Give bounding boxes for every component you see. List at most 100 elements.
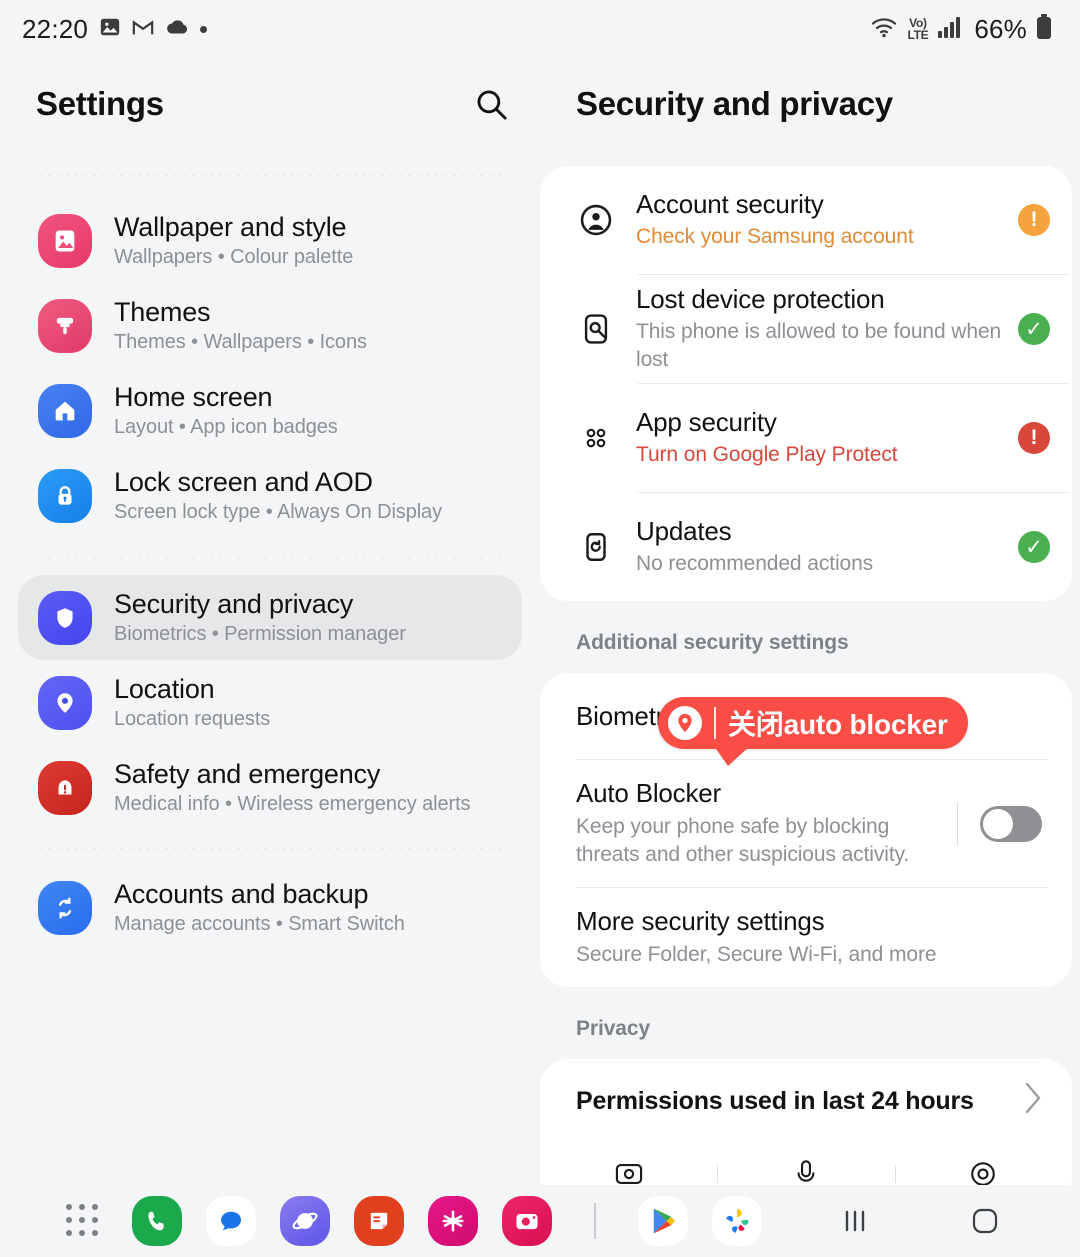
sidebar-item-subtitle: Themes • Wallpapers • Icons <box>114 331 367 353</box>
status-clock: 22:20 <box>22 13 89 44</box>
recents-button[interactable] <box>838 1206 872 1236</box>
card-row-app-security[interactable]: App security Turn on Google Play Protect… <box>540 384 1072 492</box>
permissions-header[interactable]: Permissions used in last 24 hours <box>540 1059 1072 1143</box>
auto-blocker-toggle[interactable] <box>980 805 1042 842</box>
sync-icon <box>38 880 92 935</box>
navigation-bar <box>838 1205 1080 1237</box>
notes-app-icon[interactable] <box>354 1196 404 1246</box>
sidebar-item-subtitle: Location requests <box>114 708 271 730</box>
card-row-subtitle: This phone is allowed to be found when l… <box>636 319 1002 371</box>
wifi-icon <box>870 16 898 43</box>
row-more-security-text: More security settings Secure Folder, Se… <box>576 888 1042 987</box>
card-row-subtitle: Turn on Google Play Protect <box>636 442 898 466</box>
callout-tail <box>714 746 750 766</box>
row-title: Auto Blocker <box>576 778 722 808</box>
sidebar-item-lock-screen-and-aod[interactable]: Lock screen and AOD Screen lock type • A… <box>18 453 522 538</box>
section-label-additional-security: Additional security settings <box>576 631 849 654</box>
sidebar-item-title: Home screen <box>114 382 273 412</box>
status-badge-danger: ! <box>1018 422 1050 454</box>
card-row-updates[interactable]: Updates No recommended actions ✓ <box>540 493 1072 601</box>
sidebar-item-home-screen[interactable]: Home screen Layout • App icon badges <box>18 368 522 453</box>
card-row-text: Updates No recommended actions <box>622 516 1018 578</box>
card-row-title: Account security <box>636 188 824 219</box>
row-title: More security settings <box>576 906 825 937</box>
card-row-title: App security <box>636 406 777 437</box>
sidebar-item-text: Lock screen and AOD Screen lock type • A… <box>114 467 442 524</box>
annotation-callout[interactable]: 关闭auto blocker <box>658 697 968 766</box>
shield-icon <box>38 590 92 645</box>
lock-icon <box>38 468 92 523</box>
sidebar-item-text: Security and privacy Biometrics • Permis… <box>114 589 406 646</box>
sidebar-item-title: Accounts and backup <box>114 879 369 909</box>
chevron-right-icon[interactable] <box>1022 1080 1044 1122</box>
sidebar-item-subtitle: Biometrics • Permission manager <box>114 623 406 645</box>
status-bar-left: 22:20 <box>22 13 208 45</box>
gmail-icon <box>132 18 154 41</box>
section-label-privacy: Privacy <box>576 1017 651 1041</box>
card-row-text: Lost device protection This phone is all… <box>622 284 1018 374</box>
sidebar-item-subtitle: Screen lock type • Always On Display <box>114 501 442 523</box>
account-circle-icon <box>570 202 622 238</box>
sidebar-item-text: Location Location requests <box>114 674 270 731</box>
taskbar-separator <box>594 1203 596 1239</box>
phone-screen: 22:20 Vo) LTE 66% Settings Wallpaper and… <box>0 0 1080 1257</box>
auto-blocker-toggle-wrap <box>943 801 1042 846</box>
sidebar-item-text: Themes Themes • Wallpapers • Icons <box>114 297 367 354</box>
gallery-app-icon[interactable] <box>428 1196 478 1246</box>
signal-icon <box>937 16 963 43</box>
card-row-subtitle: Check your Samsung account <box>636 224 914 248</box>
sidebar-item-safety-and-emergency[interactable]: Safety and emergency Medical info • Wire… <box>18 745 522 830</box>
search-icon[interactable] <box>472 85 510 123</box>
divider-dotted <box>36 558 504 559</box>
sidebar-item-wallpaper-and-style[interactable]: Wallpaper and style Wallpapers • Colour … <box>18 198 522 283</box>
sidebar-item-security-and-privacy[interactable]: Security and privacy Biometrics • Permis… <box>18 575 522 660</box>
sidebar-item-accounts-and-backup[interactable]: Accounts and backup Manage accounts • Sm… <box>18 865 522 950</box>
row-more-security-settings[interactable]: More security settings Secure Folder, Se… <box>540 888 1072 987</box>
brush-icon <box>38 298 92 353</box>
volte-icon: Vo) LTE <box>907 16 929 42</box>
permissions-title: Permissions used in last 24 hours <box>576 1086 974 1115</box>
sidebar-item-title: Location <box>114 674 215 704</box>
battery-icon <box>1036 14 1052 44</box>
divider-dotted <box>36 848 504 849</box>
sidebar-item-subtitle: Manage accounts • Smart Switch <box>114 913 405 935</box>
card-row-lost-device-protection[interactable]: Lost device protection This phone is all… <box>540 275 1072 383</box>
galaxy-store-app-icon[interactable] <box>712 1196 762 1246</box>
security-header: Security and privacy <box>540 58 1080 150</box>
callout-text: 关闭auto blocker <box>728 709 948 740</box>
sidebar-item-text: Safety and emergency Medical info • Wire… <box>114 759 471 816</box>
camera-app-icon[interactable] <box>502 1196 552 1246</box>
page-title: Settings <box>36 85 164 122</box>
image-icon <box>99 16 121 43</box>
toggle-separator <box>957 801 958 846</box>
cloud-icon <box>165 18 189 40</box>
apps-grid-icon[interactable] <box>66 1204 108 1238</box>
status-bar: 22:20 Vo) LTE 66% <box>0 0 1080 58</box>
permissions-card: Permissions used in last 24 hours <box>540 1059 1072 1206</box>
find-device-icon <box>570 312 622 346</box>
row-subtitle: Secure Folder, Secure Wi-Fi, and more <box>576 943 937 967</box>
play-store-app-icon[interactable] <box>638 1196 688 1246</box>
sidebar-item-themes[interactable]: Themes Themes • Wallpapers • Icons <box>18 283 522 368</box>
sidebar-item-text: Home screen Layout • App icon badges <box>114 382 338 439</box>
status-badge-ok: ✓ <box>1018 531 1050 563</box>
emergency-icon <box>38 760 92 815</box>
sidebar-item-text: Wallpaper and style Wallpapers • Colour … <box>114 212 353 269</box>
row-auto-blocker-text: Auto Blocker Keep your phone safe by blo… <box>576 760 943 887</box>
location-pin-icon <box>668 706 702 740</box>
internet-app-icon[interactable] <box>280 1196 330 1246</box>
sidebar-item-title: Safety and emergency <box>114 759 381 789</box>
sidebar-item-location[interactable]: Location Location requests <box>18 660 522 745</box>
card-row-text: App security Turn on Google Play Protect <box>622 407 1018 469</box>
sidebar-item-subtitle: Layout • App icon badges <box>114 416 338 438</box>
status-bar-right: Vo) LTE 66% <box>870 14 1052 45</box>
messages-app-icon[interactable] <box>206 1196 256 1246</box>
sidebar-item-title: Wallpaper and style <box>114 212 347 242</box>
home-button[interactable] <box>968 1205 1002 1237</box>
card-row-account-security[interactable]: Account security Check your Samsung acco… <box>540 166 1072 274</box>
security-status-card: Account security Check your Samsung acco… <box>540 166 1072 601</box>
status-badge-ok: ✓ <box>1018 313 1050 345</box>
apps-grid-icon <box>570 423 622 453</box>
row-auto-blocker[interactable]: Auto Blocker Keep your phone safe by blo… <box>540 760 1072 887</box>
phone-app-icon[interactable] <box>132 1196 182 1246</box>
